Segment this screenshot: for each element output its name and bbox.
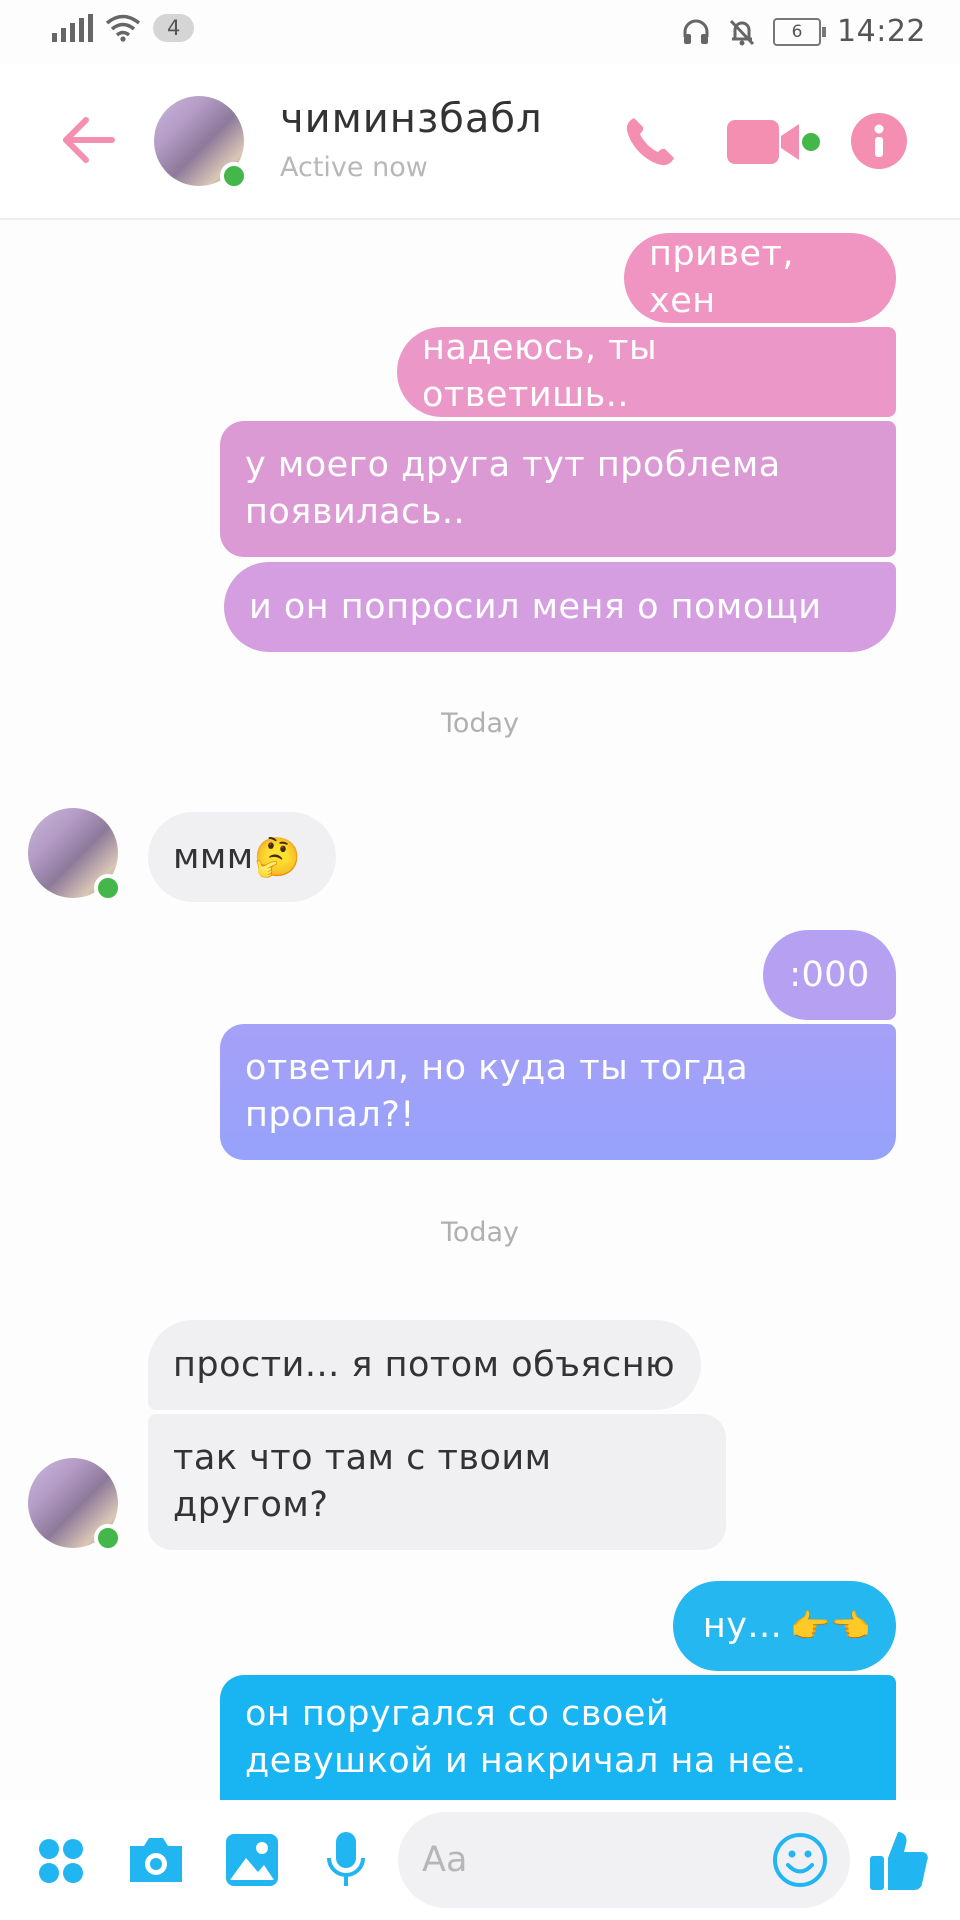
message-bubble-outgoing[interactable]: :000 xyxy=(763,930,896,1020)
message-text: ответил, но куда ты тогда пропал?! xyxy=(245,1048,749,1135)
menu-dots-icon[interactable] xyxy=(38,1838,84,1884)
message-bubble-incoming[interactable]: прости... я потом объясню xyxy=(148,1320,701,1410)
signal-icon xyxy=(52,14,93,42)
contact-status: Active now xyxy=(280,152,428,183)
emoji-smile-icon[interactable] xyxy=(772,1832,828,1888)
back-arrow-icon[interactable] xyxy=(56,108,120,172)
contact-name[interactable]: чиминзбабл xyxy=(280,96,543,142)
message-bubble-incoming[interactable]: так что там с твоим другом? xyxy=(148,1414,726,1550)
message-bubble-outgoing[interactable]: привет, хен xyxy=(624,233,896,323)
timestamp: Today xyxy=(440,708,520,739)
message-text: :000 xyxy=(789,954,870,995)
info-icon[interactable] xyxy=(850,112,908,170)
sender-avatar[interactable] xyxy=(28,808,122,902)
clock: 14:22 xyxy=(837,14,926,49)
phone-icon[interactable] xyxy=(620,112,680,172)
battery-icon: 6 xyxy=(773,17,827,46)
message-text: у моего друга тут проблема появилась.. xyxy=(245,445,781,532)
message-text: привет, хен xyxy=(649,234,795,321)
pointing-fingers-emoji: 👉👈 xyxy=(790,1606,871,1645)
contact-avatar[interactable] xyxy=(154,96,248,190)
message-text: ммм xyxy=(173,836,254,877)
message-bubble-outgoing[interactable]: надеюсь, ты ответишь.. xyxy=(397,327,896,417)
online-indicator xyxy=(94,874,122,902)
message-bubble-outgoing[interactable]: у моего друга тут проблема появилась.. xyxy=(220,421,896,557)
video-camera-icon[interactable] xyxy=(725,116,821,168)
message-text: он поругался со своей девушкой и накрича… xyxy=(245,1694,807,1781)
message-text: и он попросил меня о помощи xyxy=(249,586,822,627)
wifi-icon xyxy=(105,14,141,42)
thinking-emoji: 🤔 xyxy=(253,834,302,879)
microphone-icon[interactable] xyxy=(324,1830,368,1890)
timestamp: Today xyxy=(440,1217,520,1248)
online-indicator xyxy=(220,162,248,190)
message-bubble-outgoing[interactable]: и он попросил меня о помощи xyxy=(224,562,896,652)
composer-bar: Aa xyxy=(0,1800,960,1920)
message-bubble-outgoing[interactable]: он поругался со своей девушкой и накрича… xyxy=(220,1675,896,1800)
message-bubble-outgoing[interactable]: ну... 👉👈 xyxy=(673,1581,896,1671)
message-bubble-incoming[interactable]: ммм 🤔 xyxy=(148,812,336,902)
message-input-placeholder: Aa xyxy=(422,1840,468,1880)
message-text: ну... xyxy=(702,1605,783,1646)
like-thumb-icon[interactable] xyxy=(868,1828,930,1892)
headphones-icon xyxy=(683,19,709,44)
camera-icon[interactable] xyxy=(126,1834,186,1886)
battery-level: 6 xyxy=(791,21,803,42)
message-text: прости... я потом объясню xyxy=(173,1344,676,1385)
message-bubble-outgoing[interactable]: ответил, но куда ты тогда пропал?! xyxy=(220,1024,896,1160)
sender-avatar[interactable] xyxy=(28,1458,122,1552)
online-indicator xyxy=(94,1524,122,1552)
sim-badge: 4 xyxy=(153,14,195,42)
message-text: надеюсь, ты ответишь.. xyxy=(422,328,658,415)
image-icon[interactable] xyxy=(224,1832,280,1888)
message-input[interactable]: Aa xyxy=(398,1812,850,1908)
status-bar: 4 6 14:22 xyxy=(0,0,960,64)
bell-off-icon xyxy=(729,19,755,45)
message-text: так что там с твоим другом? xyxy=(173,1438,552,1525)
chat-header: чиминзбабл Active now xyxy=(0,64,960,220)
